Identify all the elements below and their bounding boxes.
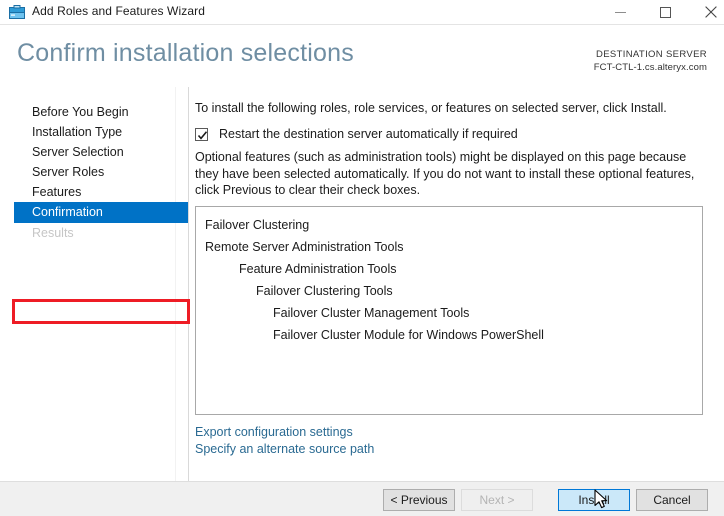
- selected-features-box: Failover Clustering Remote Server Admini…: [195, 206, 703, 415]
- wizard-links: Export configuration settings Specify an…: [195, 424, 374, 458]
- footer-button-bar: < Previous Next > Install Cancel: [0, 481, 724, 516]
- list-item: Failover Cluster Module for Windows Powe…: [196, 324, 702, 346]
- close-icon[interactable]: [688, 0, 724, 24]
- minimize-icon[interactable]: [598, 0, 643, 24]
- sidebar-item-before-you-begin[interactable]: Before You Begin: [0, 102, 188, 122]
- restart-server-checkbox[interactable]: [195, 128, 208, 141]
- nav-divider: [188, 87, 189, 481]
- install-button[interactable]: Install: [558, 489, 630, 511]
- list-item: Failover Clustering: [196, 214, 702, 236]
- optional-features-note: Optional features (such as administratio…: [195, 149, 695, 199]
- next-button: Next >: [461, 489, 533, 511]
- sidebar-item-results: Results: [0, 223, 188, 243]
- previous-button[interactable]: < Previous: [383, 489, 455, 511]
- specify-alternate-source-path-link[interactable]: Specify an alternate source path: [195, 441, 374, 458]
- page-header: Confirm installation selections DESTINAT…: [0, 26, 724, 87]
- destination-server-block: DESTINATION SERVER FCT-CTL-1.cs.alteryx.…: [594, 48, 707, 74]
- selected-features-list: Failover Clustering Remote Server Admini…: [196, 207, 702, 346]
- wizard-steps-nav: Before You Begin Installation Type Serve…: [0, 102, 188, 243]
- page-title: Confirm installation selections: [17, 39, 354, 68]
- sidebar-item-installation-type[interactable]: Installation Type: [0, 122, 188, 142]
- title-bar: Add Roles and Features Wizard: [0, 0, 724, 25]
- confirmation-highlight-annotation: [12, 299, 190, 324]
- body-area: Before You Begin Installation Type Serve…: [0, 87, 724, 481]
- list-item: Failover Clustering Tools: [196, 280, 702, 302]
- list-item: Failover Cluster Management Tools: [196, 302, 702, 324]
- sidebar-item-confirmation[interactable]: Confirmation: [14, 202, 188, 223]
- window-title: Add Roles and Features Wizard: [32, 4, 205, 18]
- wizard-window: Add Roles and Features Wizard Confirm in…: [0, 0, 724, 516]
- sidebar-item-features[interactable]: Features: [0, 182, 188, 202]
- export-configuration-settings-link[interactable]: Export configuration settings: [195, 424, 374, 441]
- install-instruction-text: To install the following roles, role ser…: [195, 101, 667, 115]
- cancel-button[interactable]: Cancel: [636, 489, 708, 511]
- destination-server-name: FCT-CTL-1.cs.alteryx.com: [594, 61, 707, 74]
- maximize-icon[interactable]: [643, 0, 688, 24]
- list-item: Feature Administration Tools: [196, 258, 702, 280]
- sidebar-item-server-selection[interactable]: Server Selection: [0, 142, 188, 162]
- restart-checkbox-row[interactable]: Restart the destination server automatic…: [195, 127, 518, 141]
- wizard-server-icon: [9, 5, 25, 20]
- restart-checkbox-label: Restart the destination server automatic…: [219, 127, 518, 141]
- sidebar-item-server-roles[interactable]: Server Roles: [0, 162, 188, 182]
- destination-server-label: DESTINATION SERVER: [594, 48, 707, 61]
- list-item: Remote Server Administration Tools: [196, 236, 702, 258]
